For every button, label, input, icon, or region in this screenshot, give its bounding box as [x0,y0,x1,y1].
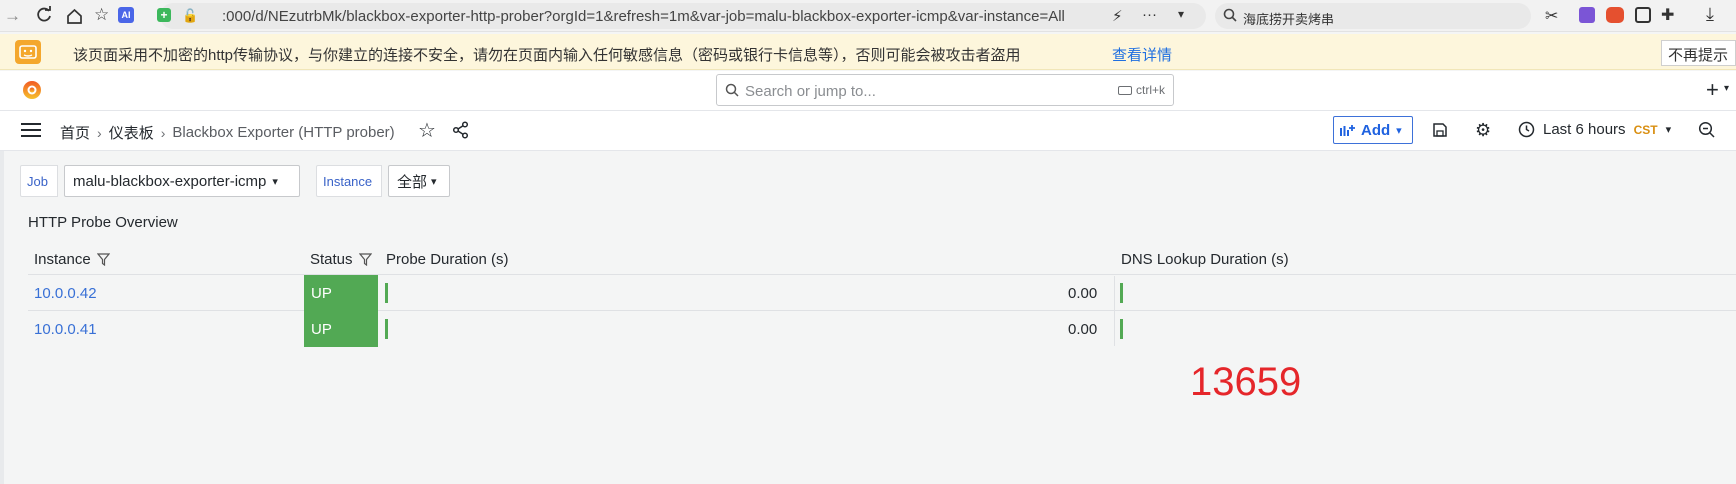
breadcrumb-separator: › [160,124,166,141]
more-icon[interactable]: ··· [1142,6,1157,23]
chevron-down-icon[interactable]: ▾ [1724,83,1729,94]
reader-icon[interactable] [1635,7,1651,23]
add-button[interactable]: Add ▾ [1333,116,1413,144]
chevron-down-icon: ▾ [1396,124,1402,137]
menu-icon[interactable] [21,122,41,138]
home-icon[interactable] [64,6,84,26]
job-variable-value: malu-blackbox-exporter-icmp [73,172,267,190]
column-header-status-label: Status [310,251,353,268]
download-icon[interactable]: ⤓ [1706,4,1714,25]
breadcrumb-separator: › [97,124,102,141]
search-shortcut-text: ctrl+k [1135,83,1165,97]
clock-icon [1518,121,1535,138]
search-placeholder: Search or jump to... [745,83,876,100]
browser-search-text[interactable]: 海底捞开卖烤串 [1243,9,1334,28]
breadcrumb: 首页 › 仪表板 › Blackbox Exporter (HTTP probe… [60,122,395,143]
breadcrumb-dashboards[interactable]: 仪表板 [109,122,154,143]
job-variable-select[interactable]: malu-blackbox-exporter-icmp ▾ [64,165,300,197]
extension-plus-icon[interactable]: + [157,8,171,22]
zoom-out-icon[interactable] [1698,121,1716,139]
header-divider [28,274,1736,275]
breadcrumb-current-dashboard[interactable]: Blackbox Exporter (HTTP prober) [172,124,394,141]
filter-icon[interactable] [358,253,372,266]
reload-icon[interactable] [34,5,54,25]
job-variable-label: Job [20,165,58,197]
overlay-number: 13659 [1190,360,1302,404]
add-button-label: Add [1361,121,1391,139]
lightning-icon[interactable]: ⚡ [1112,7,1123,25]
filter-icon[interactable] [96,253,110,266]
add-panel-icon [1340,123,1356,137]
instance-link[interactable]: 10.0.0.42 [34,285,97,302]
chevron-down-icon[interactable]: ▾ [1178,7,1184,21]
ai-extension-icon[interactable]: AI [118,7,134,23]
translate-extension-icon[interactable] [1579,7,1595,23]
search-icon [725,83,739,97]
row-divider [28,310,1736,311]
scissors-icon[interactable]: ✂ [1545,6,1558,26]
instance-variable-value: 全部 [397,173,428,191]
save-icon[interactable] [1432,122,1448,138]
new-plus-icon[interactable]: + [1706,77,1719,103]
warning-details-link[interactable]: 查看详情 [1112,44,1172,65]
grafana-search-input[interactable]: Search or jump to... ctrl+k [716,74,1174,106]
time-range-picker[interactable]: Last 6 hours CST ▾ [1518,121,1671,138]
probe-duration-bar [385,283,388,303]
status-badge: UP [304,275,378,311]
share-icon[interactable] [452,121,470,139]
probe-duration-value: 0.00 [1068,285,1098,302]
insecure-lock-icon[interactable]: 🔓 [182,8,198,24]
chevron-down-icon: ▾ [1665,124,1672,136]
chevron-down-icon: ▾ [272,175,278,188]
keyboard-icon [1117,85,1132,95]
time-range-label: Last 6 hours [1543,121,1626,138]
search-shortcut: ctrl+k [1117,83,1165,97]
left-edge [0,151,4,484]
instance-variable-select[interactable]: 全部 ▾ [388,165,450,197]
grafana-logo-icon[interactable] [21,79,43,101]
url-text[interactable]: :000/d/NEzutrbMk/blackbox-exporter-http-… [222,8,1065,25]
timezone-label: CST [1633,122,1658,137]
probe-duration-bar [385,319,388,339]
chevron-down-icon: ▾ [431,175,437,188]
column-header-status[interactable]: Status [310,251,372,268]
column-header-probe-duration[interactable]: Probe Duration (s) [386,251,509,268]
probe-duration-value: 0.00 [1068,321,1098,338]
column-divider [1114,276,1115,346]
game-controller-icon[interactable] [1606,7,1624,23]
column-header-instance[interactable]: Instance [34,251,110,268]
search-icon [1223,8,1237,22]
column-header-dns-lookup-duration[interactable]: DNS Lookup Duration (s) [1121,251,1289,268]
warning-dismiss-button[interactable]: 不再提示 [1661,40,1736,66]
star-icon[interactable]: ☆ [418,118,436,143]
insecure-warning-bar: 该页面采用不加密的http传输协议，与你建立的连接不安全，请勿在页面内输入任何敏… [0,34,1736,70]
warning-logo-icon [15,40,41,64]
instance-link[interactable]: 10.0.0.41 [34,321,97,338]
warning-message: 该页面采用不加密的http传输协议，与你建立的连接不安全，请勿在页面内输入任何敏… [73,47,1021,64]
browser-toolbar: → ☆ AI + 🔓 :000/d/NEzutrbMk/blackbox-exp… [0,0,1736,32]
dashboard-header: 首页 › 仪表板 › Blackbox Exporter (HTTP probe… [0,111,1736,151]
browser-search-box[interactable]: 海底捞开卖烤串 [1215,3,1531,29]
status-badge: UP [304,311,378,347]
dns-duration-bar [1120,283,1123,303]
dns-duration-bar [1120,319,1123,339]
settings-gear-icon[interactable]: ⚙ [1475,120,1491,141]
breadcrumb-home[interactable]: 首页 [60,122,90,143]
address-bar[interactable]: + 🔓 :000/d/NEzutrbMk/blackbox-exporter-h… [157,3,1206,29]
panel-title: HTTP Probe Overview [28,214,178,231]
grafana-topbar: Search or jump to... ctrl+k + ▾ [0,71,1736,111]
favorites-star-icon[interactable]: ☆ [94,5,109,25]
instance-variable-label: Instance [316,165,382,197]
column-header-instance-label: Instance [34,251,91,268]
forward-arrow-icon[interactable]: → [4,6,21,26]
extensions-puzzle-icon[interactable]: ✚ [1661,5,1674,25]
